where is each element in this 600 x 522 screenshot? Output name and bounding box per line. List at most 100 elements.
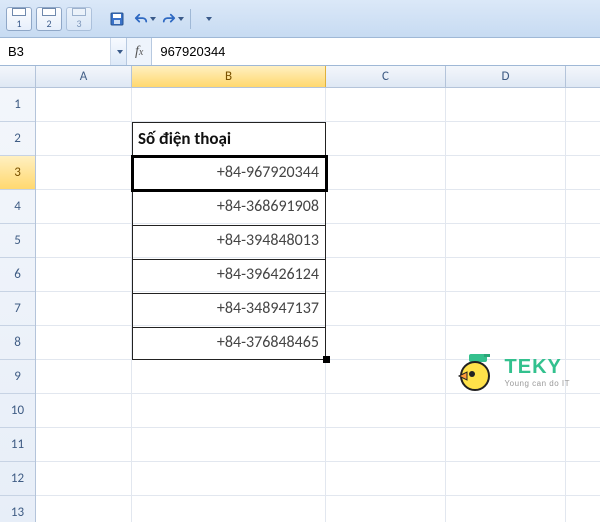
cell[interactable]: [326, 496, 446, 522]
cell[interactable]: [36, 462, 132, 495]
cell[interactable]: [326, 88, 446, 121]
row-header[interactable]: 10: [0, 394, 35, 428]
row-header[interactable]: 9: [0, 360, 35, 394]
cell[interactable]: +84-376848465: [132, 326, 326, 359]
row-header[interactable]: 7: [0, 292, 35, 326]
cell[interactable]: +84-967920344: [132, 156, 326, 189]
grid-row: [36, 428, 600, 462]
chevron-down-icon: [117, 50, 123, 54]
cell[interactable]: [36, 428, 132, 461]
cell[interactable]: Số điện thoại: [132, 122, 326, 155]
row-header[interactable]: 6: [0, 258, 35, 292]
cells-area: Số điện thoại +84-967920344 +84-36869190…: [36, 88, 600, 522]
row-header[interactable]: 2: [0, 122, 35, 156]
cell[interactable]: [326, 326, 446, 359]
name-box[interactable]: [0, 38, 110, 65]
cell[interactable]: [132, 462, 326, 495]
cell[interactable]: [326, 292, 446, 325]
cell[interactable]: [326, 258, 446, 291]
cell[interactable]: [326, 360, 446, 393]
cell[interactable]: [36, 122, 132, 155]
cell[interactable]: [326, 428, 446, 461]
column-header[interactable]: C: [326, 66, 446, 87]
cell[interactable]: [326, 224, 446, 257]
cell[interactable]: [446, 122, 566, 155]
cell[interactable]: [36, 156, 132, 189]
cell[interactable]: [446, 156, 566, 189]
cell[interactable]: +84-394848013: [132, 224, 326, 257]
cell[interactable]: [36, 190, 132, 223]
separator: [190, 9, 191, 29]
cell[interactable]: [132, 360, 326, 393]
row-header[interactable]: 13: [0, 496, 35, 522]
view-label: 2: [46, 17, 51, 30]
cell[interactable]: [326, 394, 446, 427]
cell[interactable]: [36, 394, 132, 427]
save-button[interactable]: [106, 8, 128, 30]
cell[interactable]: [326, 190, 446, 223]
cell[interactable]: [446, 394, 566, 427]
undo-button[interactable]: [134, 8, 156, 30]
qat-customize-button[interactable]: [197, 8, 219, 30]
row-header[interactable]: 12: [0, 462, 35, 496]
quick-access-toolbar: 1 2 3: [0, 0, 600, 38]
cell[interactable]: [446, 462, 566, 495]
cell[interactable]: [36, 224, 132, 257]
insert-function-button[interactable]: fx: [133, 44, 145, 60]
cell[interactable]: [446, 428, 566, 461]
cell[interactable]: [36, 326, 132, 359]
sheet-icon: [72, 8, 86, 16]
select-all-button[interactable]: [0, 66, 36, 88]
cell[interactable]: [36, 360, 132, 393]
cell[interactable]: [446, 326, 566, 359]
custom-view-button-3[interactable]: 3: [66, 7, 92, 31]
cell[interactable]: [132, 496, 326, 522]
cell[interactable]: +84-396426124: [132, 258, 326, 291]
chevron-down-icon: [150, 17, 156, 21]
row-header[interactable]: 11: [0, 428, 35, 462]
cell[interactable]: [132, 88, 326, 121]
grid-row: [36, 394, 600, 428]
cell[interactable]: +84-368691908: [132, 190, 326, 223]
cell[interactable]: [36, 258, 132, 291]
grid-row: +84-967920344: [36, 156, 600, 190]
column-header[interactable]: B: [132, 66, 326, 87]
cell[interactable]: [446, 190, 566, 223]
cell[interactable]: [326, 122, 446, 155]
row-header[interactable]: 5: [0, 224, 35, 258]
cell[interactable]: +84-348947137: [132, 292, 326, 325]
grid-row: +84-376848465: [36, 326, 600, 360]
redo-button[interactable]: [162, 8, 184, 30]
cell[interactable]: [36, 88, 132, 121]
custom-view-button-2[interactable]: 2: [36, 7, 62, 31]
row-header[interactable]: 1: [0, 88, 35, 122]
fill-handle[interactable]: [323, 356, 330, 363]
name-box-dropdown[interactable]: [110, 38, 126, 65]
cell[interactable]: [446, 496, 566, 522]
formula-input[interactable]: [152, 38, 600, 65]
column-header[interactable]: D: [446, 66, 566, 87]
cell[interactable]: [36, 496, 132, 522]
cell[interactable]: [132, 394, 326, 427]
grid-row: +84-368691908: [36, 190, 600, 224]
row-header[interactable]: 3: [0, 156, 35, 190]
cell[interactable]: [326, 462, 446, 495]
cell[interactable]: [326, 156, 446, 189]
grid-row: [36, 88, 600, 122]
formula-bar: fx: [0, 38, 600, 66]
row-header[interactable]: 8: [0, 326, 35, 360]
cell[interactable]: [132, 428, 326, 461]
cell[interactable]: [446, 88, 566, 121]
name-box-wrap: [0, 38, 127, 65]
column-header[interactable]: A: [36, 66, 132, 87]
cell[interactable]: [446, 224, 566, 257]
cell[interactable]: [446, 292, 566, 325]
cell[interactable]: [446, 360, 566, 393]
cell[interactable]: [446, 258, 566, 291]
custom-view-button-1[interactable]: 1: [6, 7, 32, 31]
grid-row: +84-394848013: [36, 224, 600, 258]
view-label: 1: [16, 17, 21, 30]
cell[interactable]: [36, 292, 132, 325]
redo-icon: [162, 12, 176, 26]
row-header[interactable]: 4: [0, 190, 35, 224]
